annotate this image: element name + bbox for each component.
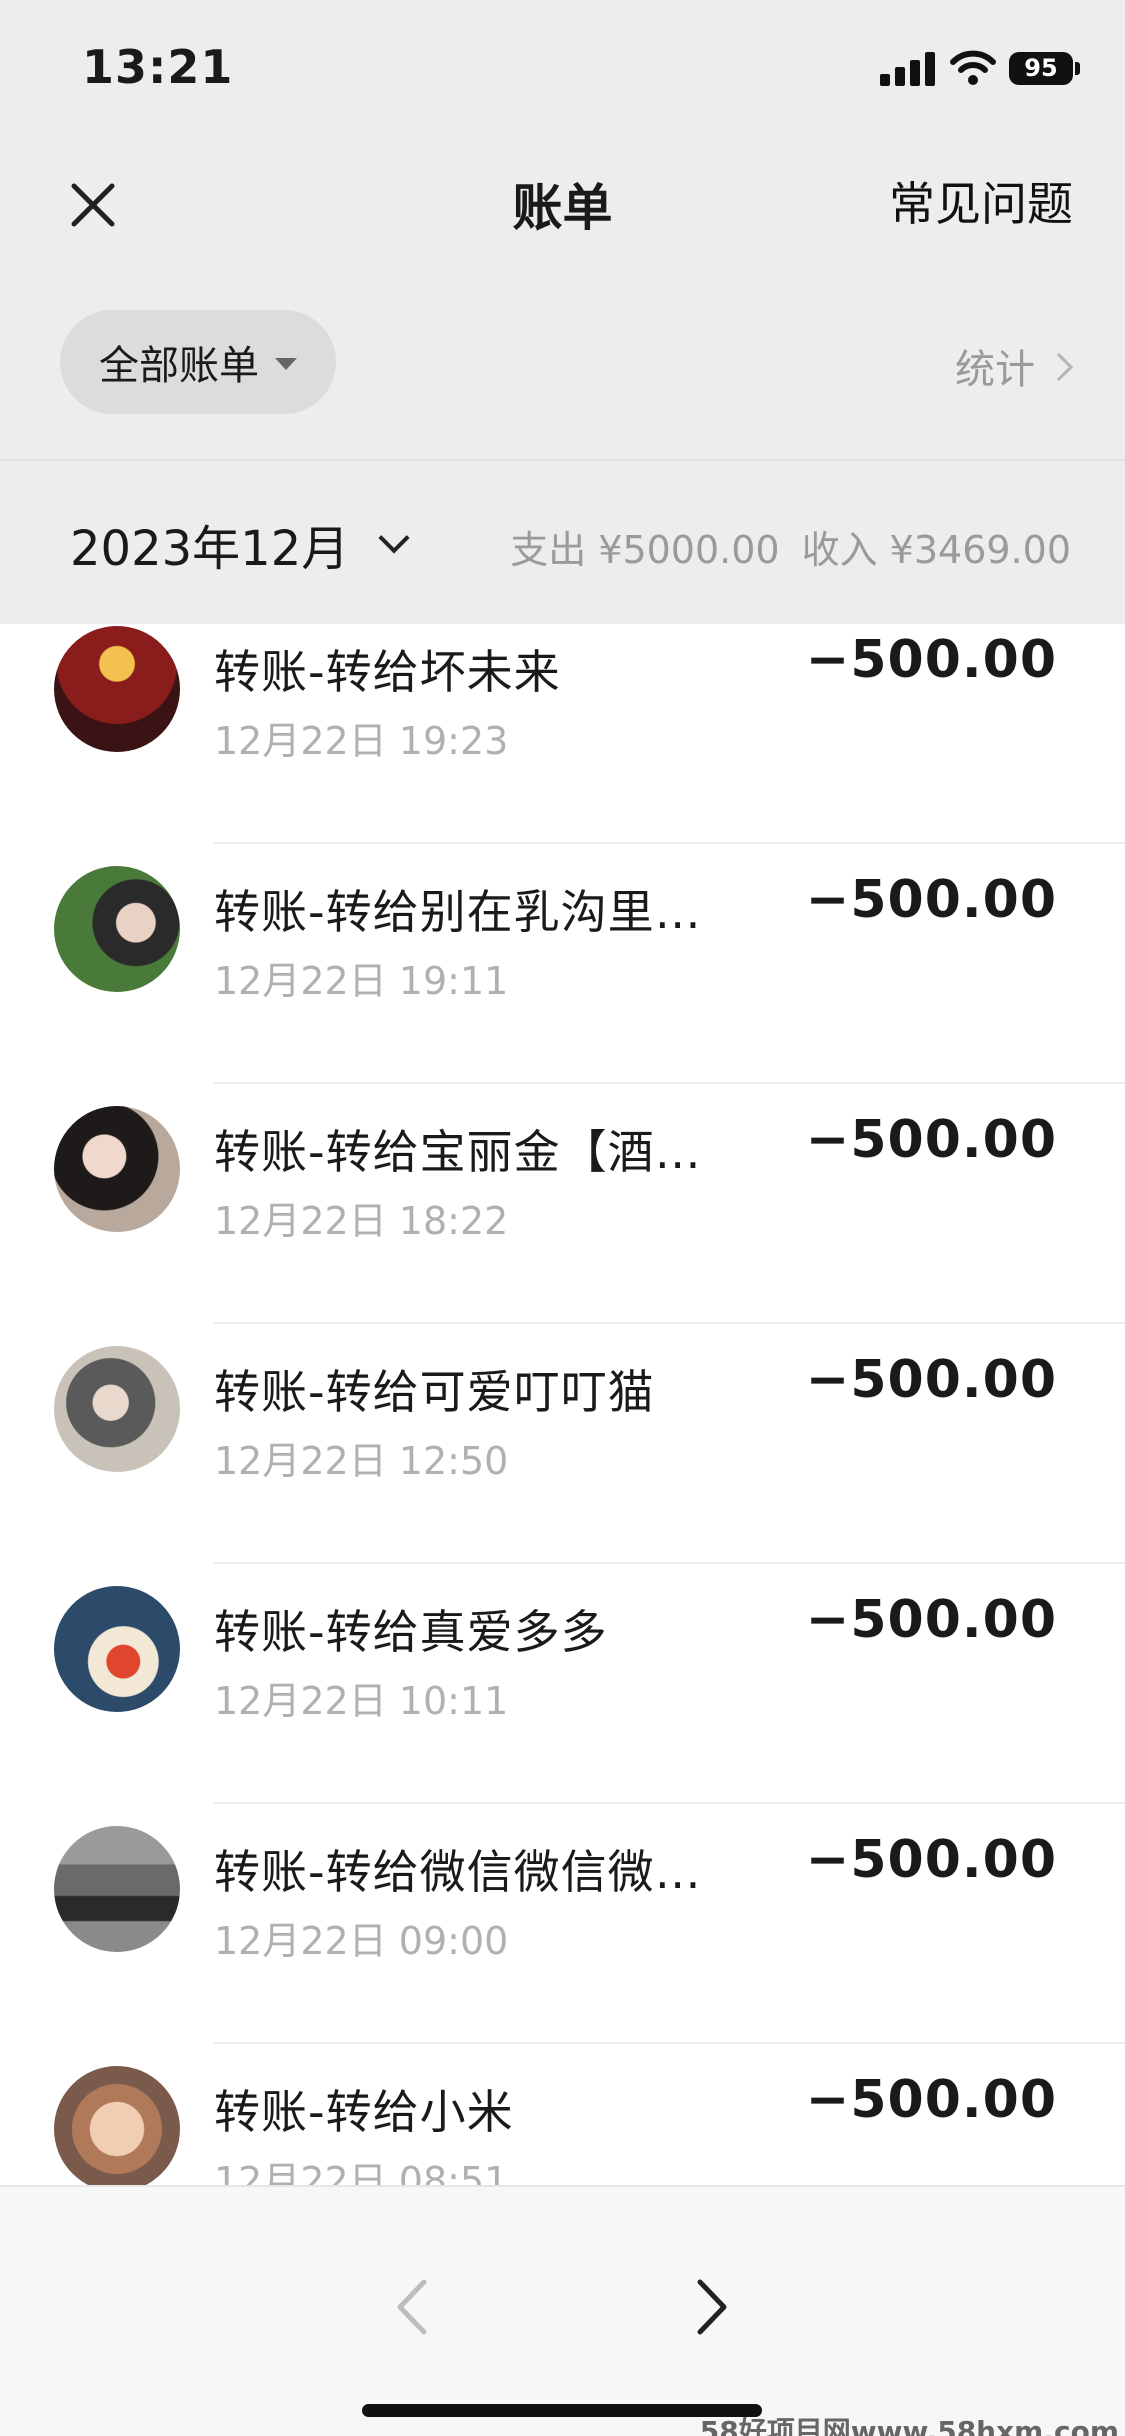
month-label: 2023年12月 — [70, 521, 350, 577]
month-selector[interactable]: 2023年12月 — [70, 509, 410, 579]
transaction-title: 转账-转给宝丽金【酒… — [214, 1125, 702, 1179]
avatar — [54, 1346, 180, 1472]
bill-type-filter-button[interactable]: 全部账单 — [60, 310, 336, 414]
nav-bar: 账单 常见问题 — [0, 130, 1125, 265]
battery-tip — [1075, 62, 1080, 75]
transaction-row[interactable]: 转账-转给坏未来 12月22日 19:23 −500.00 — [0, 624, 1125, 854]
close-icon[interactable] — [58, 170, 128, 240]
statistics-label: 统计 — [955, 347, 1035, 393]
row-divider — [214, 2042, 1125, 2044]
transaction-amount: −500.00 — [805, 1350, 1057, 1410]
avatar — [54, 866, 180, 992]
avatar — [54, 1826, 180, 1952]
faq-link[interactable]: 常见问题 — [889, 168, 1073, 234]
wifi-icon — [950, 50, 996, 85]
transaction-title: 转账-转给真爱多多 — [214, 1605, 608, 1659]
transaction-time: 12月22日 18:22 — [214, 1199, 509, 1243]
row-divider — [214, 1322, 1125, 1324]
bottom-toolbar: 58好项目网www.58hxm.com — [0, 2185, 1125, 2436]
transaction-title: 转账-转给坏未来 — [214, 645, 561, 699]
chevron-left-icon[interactable] — [390, 2272, 434, 2342]
transaction-time: 12月22日 19:11 — [214, 959, 509, 1003]
transaction-time: 12月22日 12:50 — [214, 1439, 509, 1483]
chevron-right-icon[interactable] — [690, 2272, 734, 2342]
avatar — [54, 1586, 180, 1712]
transaction-row[interactable]: 转账-转给宝丽金【酒… 12月22日 18:22 −500.00 — [0, 1094, 1125, 1334]
row-divider — [214, 1802, 1125, 1804]
chevron-right-icon — [1044, 352, 1074, 382]
transaction-time: 12月22日 10:11 — [214, 1679, 509, 1723]
transaction-amount: −500.00 — [805, 1590, 1057, 1650]
transaction-row[interactable]: 转账-转给微信微信微… 12月22日 09:00 −500.00 — [0, 1814, 1125, 2054]
month-header: 2023年12月 支出 ¥5000.00 收入 ¥3469.00 — [0, 461, 1125, 624]
transaction-title: 转账-转给小米 — [214, 2085, 514, 2139]
filter-label: 全部账单 — [99, 343, 259, 389]
transaction-amount: −500.00 — [805, 2070, 1057, 2130]
transaction-row[interactable]: 转账-转给小米 12月22日 08:51 −500.00 — [0, 2054, 1125, 2185]
expense-total: 支出 ¥5000.00 — [510, 528, 780, 572]
transaction-row[interactable]: 转账-转给别在乳沟里… 12月22日 19:11 −500.00 — [0, 854, 1125, 1094]
transaction-list[interactable]: 转账-转给坏未来 12月22日 19:23 −500.00 转账-转给别在乳沟里… — [0, 624, 1125, 2185]
filter-row: 全部账单 统计 — [0, 265, 1125, 461]
transaction-time: 12月22日 08:51 — [214, 2159, 509, 2185]
avatar — [54, 1106, 180, 1232]
transaction-amount: −500.00 — [805, 870, 1057, 930]
transaction-title: 转账-转给别在乳沟里… — [214, 885, 702, 939]
transaction-amount: −500.00 — [805, 1830, 1057, 1890]
row-divider — [214, 842, 1125, 844]
status-bar: 13:21 95 — [0, 0, 1125, 130]
transaction-amount: −500.00 — [805, 630, 1057, 690]
battery-icon: 95 — [1009, 52, 1073, 85]
bill-screen: 13:21 95 账单 常见问题 全部账单 统计 2023年12月 支出 ¥50… — [0, 0, 1125, 2436]
caret-down-icon — [275, 358, 297, 370]
income-total: 收入 ¥3469.00 — [801, 528, 1071, 572]
statistics-link[interactable]: 统计 — [955, 337, 1074, 395]
row-divider — [214, 1562, 1125, 1564]
transaction-row[interactable]: 转账-转给真爱多多 12月22日 10:11 −500.00 — [0, 1574, 1125, 1814]
cellular-signal-icon — [880, 52, 936, 86]
status-time: 13:21 — [82, 40, 234, 94]
avatar — [54, 2066, 180, 2185]
avatar — [54, 626, 180, 752]
row-divider — [214, 1082, 1125, 1084]
transaction-time: 12月22日 09:00 — [214, 1919, 509, 1963]
month-summary: 支出 ¥5000.00 收入 ¥3469.00 — [510, 519, 1071, 574]
transaction-time: 12月22日 19:23 — [214, 719, 509, 763]
transaction-row[interactable]: 转账-转给可爱叮叮猫 12月22日 12:50 −500.00 — [0, 1334, 1125, 1574]
transaction-amount: −500.00 — [805, 1110, 1057, 1170]
chevron-down-icon — [378, 522, 410, 554]
transaction-title: 转账-转给可爱叮叮猫 — [214, 1365, 655, 1419]
transaction-title: 转账-转给微信微信微… — [214, 1845, 702, 1899]
watermark: 58好项目网www.58hxm.com — [699, 2415, 1119, 2436]
